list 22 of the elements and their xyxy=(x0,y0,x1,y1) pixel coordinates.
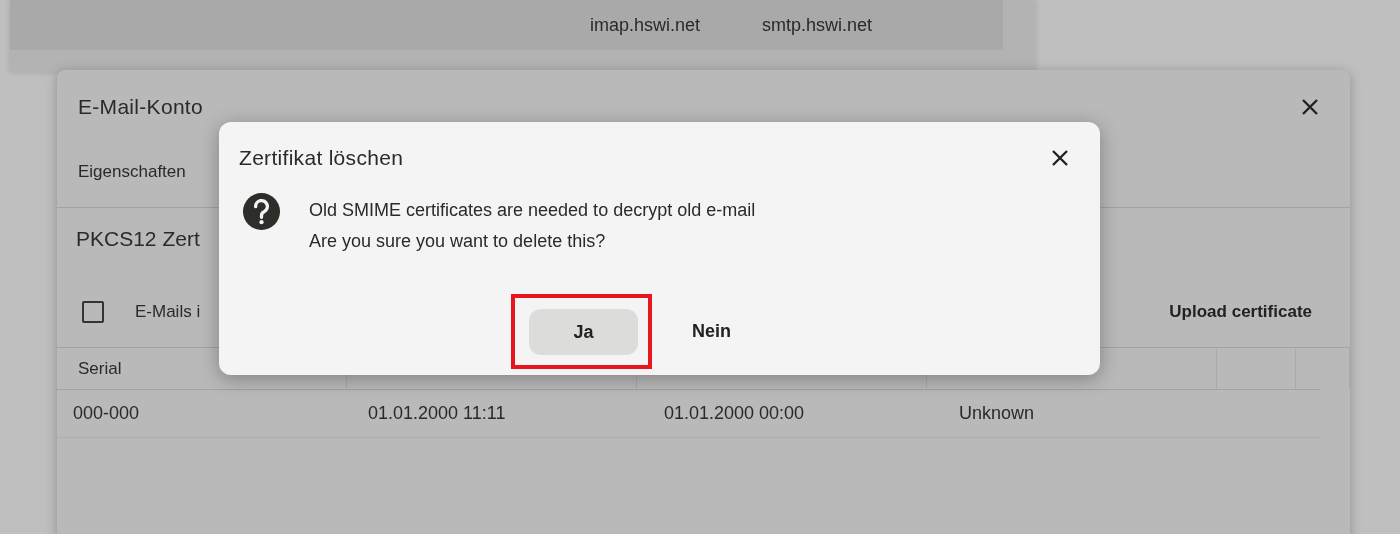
message-text: Old SMIME certificates are needed to decrypt old e-mail xyxy=(309,199,756,222)
checkbox-label: E-Mails i xyxy=(135,302,201,322)
upload-button[interactable]: Upload certificate xyxy=(1169,302,1312,322)
table-cell-text: 01.01.2000 11:11 xyxy=(367,402,507,425)
table-cell: imap.hswi.net xyxy=(590,14,701,36)
table-row[interactable]: imap.hswi.net smtp.hswi.net xyxy=(10,0,1003,50)
table-cell-text: 01.01.2000 00:00 xyxy=(663,402,806,425)
tab[interactable]: Eigenschaften xyxy=(78,160,186,184)
table-cell-text: Unknown xyxy=(958,402,1036,425)
cancel-button[interactable]: Nein xyxy=(652,308,771,355)
confirm-button[interactable]: Ja xyxy=(529,309,638,355)
close-icon[interactable] xyxy=(1050,148,1070,168)
dialog-title: Zertifikat löschen xyxy=(239,146,404,170)
question-icon xyxy=(242,192,281,231)
message-text: Are you sure you want to delete this? xyxy=(309,230,607,253)
dialog-title: E-Mail-Konto xyxy=(78,95,203,119)
checkbox[interactable] xyxy=(82,301,104,323)
column-header[interactable]: Serial xyxy=(78,358,122,379)
table-cell: smtp.hswi.net xyxy=(762,14,873,36)
table-cell-text: 000-000 xyxy=(72,402,141,425)
close-icon[interactable] xyxy=(1300,97,1320,117)
section-title: PKCS12 Zert xyxy=(76,227,200,250)
